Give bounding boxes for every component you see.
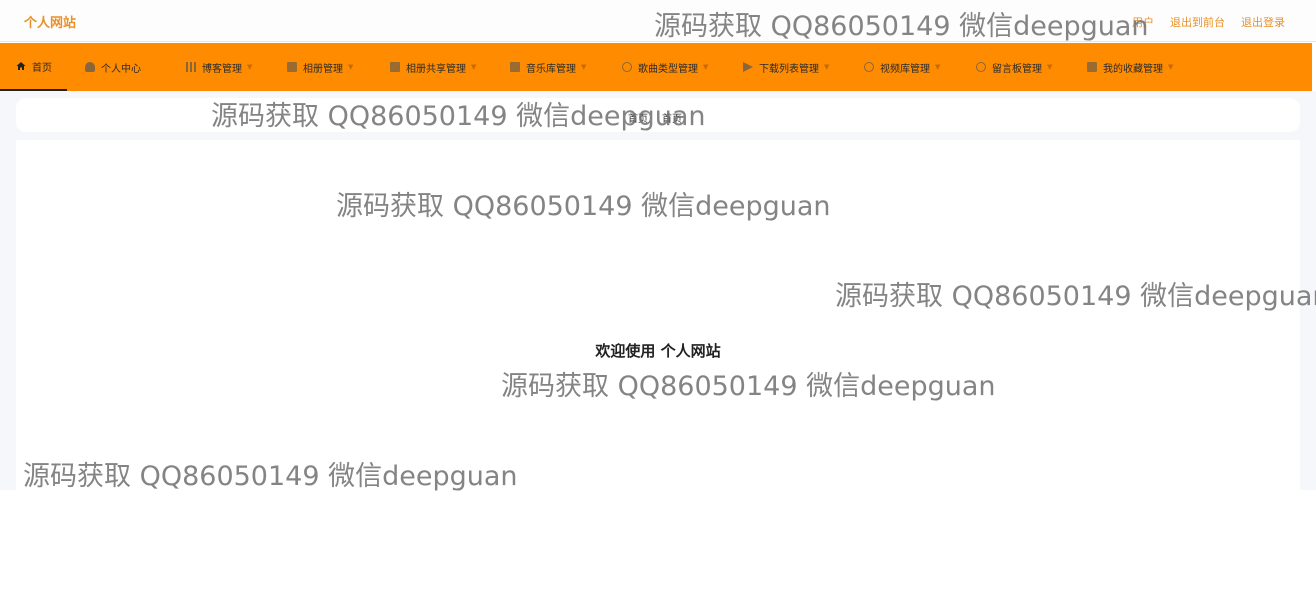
welcome-message: 欢迎使用 个人网站 [595, 342, 721, 360]
nav-item-album-share[interactable]: 相册共享管理 ▼ [390, 43, 476, 91]
chevron-down-icon: ▼ [703, 63, 709, 71]
breadcrumb: 首页 首页 [628, 110, 682, 125]
clock-icon [622, 62, 632, 72]
chevron-down-icon: ▼ [1047, 63, 1053, 71]
main-nav: 首页 个人中心 博客管理 ▼ 相册管理 ▼ 相册共享管理 ▼ 音乐库管理 ▼ 歌… [0, 43, 1312, 91]
nav-item-personal-center[interactable]: 个人中心 [85, 43, 141, 91]
chevron-down-icon: ▼ [824, 63, 830, 71]
nav-label: 博客管理 [202, 63, 242, 75]
nav-label: 音乐库管理 [526, 63, 576, 75]
bookmark-icon [1087, 62, 1097, 72]
breadcrumb-item-current: 首页 [662, 114, 682, 125]
nav-label: 我的收藏管理 [1103, 63, 1163, 75]
nav-label: 相册共享管理 [406, 63, 466, 75]
main-card [16, 140, 1300, 490]
nav-item-video[interactable]: 视频库管理 ▼ [864, 43, 940, 91]
send-icon [743, 62, 753, 72]
person-icon [85, 62, 95, 72]
nav-label: 视频库管理 [880, 63, 930, 75]
nav-item-album[interactable]: 相册管理 ▼ [287, 43, 353, 91]
nav-item-favorites[interactable]: 我的收藏管理 ▼ [1087, 43, 1173, 91]
header-links: 用户 退出到前台 退出登录 [1132, 14, 1285, 30]
site-title: 个人网站 [24, 16, 77, 31]
grid-icon [390, 62, 400, 72]
chevron-down-icon: ▼ [581, 63, 587, 71]
nav-item-guestbook[interactable]: 留言板管理 ▼ [976, 43, 1052, 91]
top-header: 个人网站 用户 退出到前台 退出登录 [0, 0, 1316, 42]
circle-icon [864, 62, 874, 72]
nav-item-blog[interactable]: 博客管理 ▼ [186, 43, 252, 91]
nav-label: 个人中心 [101, 63, 141, 75]
back-to-frontend-link[interactable]: 退出到前台 [1170, 14, 1225, 30]
chevron-down-icon: ▼ [348, 63, 354, 71]
nav-item-song-type[interactable]: 歌曲类型管理 ▼ [622, 43, 708, 91]
user-menu-link[interactable]: 用户 [1132, 14, 1154, 30]
nav-label: 相册管理 [303, 63, 343, 75]
chevron-down-icon: ▼ [935, 63, 941, 71]
nav-label: 下载列表管理 [759, 63, 819, 75]
home-icon [16, 62, 26, 70]
music-icon [510, 62, 520, 72]
nav-label: 歌曲类型管理 [638, 63, 698, 75]
chevron-down-icon: ▼ [1168, 63, 1174, 71]
power-icon [976, 62, 986, 72]
bar-chart-icon [186, 62, 196, 72]
nav-label: 首页 [32, 62, 52, 74]
nav-label: 留言板管理 [992, 63, 1042, 75]
logout-link[interactable]: 退出登录 [1241, 14, 1285, 30]
nav-item-music[interactable]: 音乐库管理 ▼ [510, 43, 586, 91]
nav-item-download[interactable]: 下载列表管理 ▼ [743, 43, 829, 91]
chevron-down-icon: ▼ [247, 63, 253, 71]
breadcrumb-item-home[interactable]: 首页 [628, 110, 648, 125]
chevron-down-icon: ▼ [471, 63, 477, 71]
camera-icon [287, 62, 297, 72]
nav-item-home[interactable]: 首页 [0, 43, 67, 91]
